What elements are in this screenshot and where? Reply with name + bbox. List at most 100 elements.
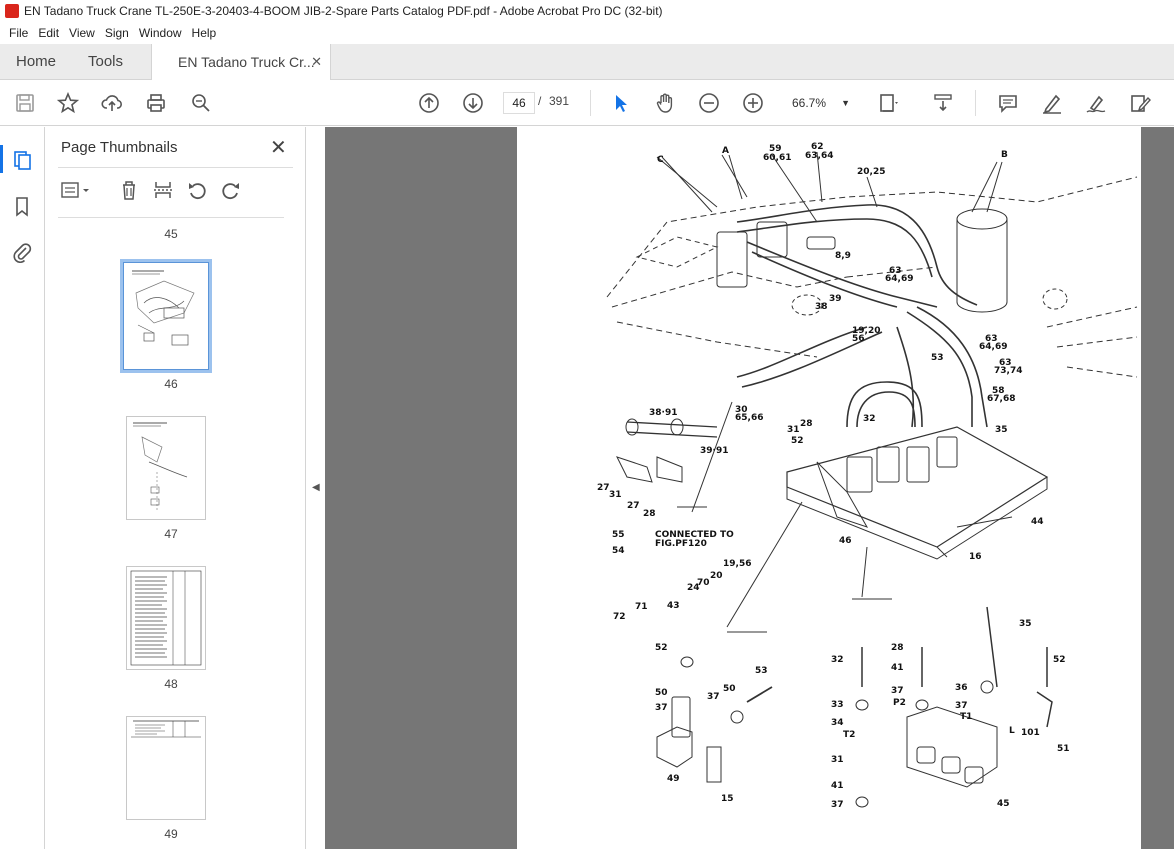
acrobat-app-icon (5, 4, 19, 18)
menu-view[interactable]: View (64, 22, 100, 44)
page-total: 391 (549, 94, 570, 108)
diagram-label: 38 (815, 302, 828, 312)
zoom-in-icon[interactable] (741, 91, 765, 115)
diagram-label: 39 (829, 294, 842, 304)
menu-sign[interactable]: Sign (100, 22, 134, 44)
diagram-label: 28 (891, 643, 904, 653)
thumbnail-number[interactable]: 48 (58, 677, 284, 691)
diagram-label: 52 (1053, 655, 1066, 665)
menu-window[interactable]: Window (134, 22, 187, 44)
toolbar-divider (975, 90, 976, 116)
thumbnail-number[interactable]: 45 (58, 227, 284, 241)
diagram-label: T1 (960, 712, 972, 722)
thumbnail-drawing (133, 422, 188, 512)
delete-icon[interactable] (118, 179, 140, 201)
page-separator: / (538, 94, 542, 108)
previous-page-icon[interactable] (417, 91, 441, 115)
sign-pen-icon[interactable] (1084, 91, 1108, 115)
diagram-label: 37 (891, 686, 904, 696)
page-number-input[interactable]: 46 (503, 92, 535, 114)
menu-help[interactable]: Help (187, 22, 222, 44)
diagram-label: 54 (612, 546, 625, 556)
insert-pages-icon[interactable] (152, 179, 174, 201)
diagram-label: 31 (787, 425, 800, 435)
panel-divider (58, 167, 293, 168)
page-thumbnails-icon[interactable] (11, 149, 33, 171)
document-viewport[interactable]: C A B 59 60,61 62 63,64 20,25 8,9 63 64,… (325, 127, 1174, 849)
diagram-label: 53 (931, 353, 944, 363)
menu-edit[interactable]: Edit (33, 22, 64, 44)
parts-diagram: C A B 59 60,61 62 63,64 20,25 8,9 63 64,… (597, 142, 1138, 810)
diagram-label: 37 (831, 800, 844, 810)
zoom-level-select[interactable]: 66.7% ▼ (786, 92, 856, 114)
tab-document[interactable]: EN Tadano Truck Cr... ✕ (151, 44, 331, 81)
select-cursor-icon[interactable] (609, 91, 633, 115)
diagram-label: 39·91 (700, 446, 728, 456)
bookmarks-icon[interactable] (11, 195, 33, 217)
diagram-label: 20,25 (857, 167, 885, 177)
highlight-pen-icon[interactable] (1040, 91, 1064, 115)
thumbnail-number[interactable]: 49 (58, 827, 284, 841)
diagram-label: 50 (655, 688, 668, 698)
diagram-label: FIG.PF120 (655, 539, 707, 549)
zoom-search-icon[interactable] (189, 91, 213, 115)
diagram-label: 37 (655, 703, 668, 713)
left-rail (0, 127, 45, 849)
diagram-label: 41 (891, 663, 904, 673)
diagram-label: 27 (597, 483, 610, 493)
thumbnail-number[interactable]: 47 (58, 527, 284, 541)
diagram-label: 37 (955, 701, 968, 711)
pdf-page: C A B 59 60,61 62 63,64 20,25 8,9 63 64,… (517, 127, 1141, 849)
diagram-label: 31 (609, 490, 622, 500)
tab-document-label: EN Tadano Truck Cr... (178, 54, 315, 70)
tab-tools[interactable]: Tools (88, 44, 123, 80)
diagram-label: 28 (643, 509, 656, 519)
rotate-left-icon[interactable] (186, 179, 208, 201)
save-icon[interactable] (13, 91, 37, 115)
diagram-label: C (657, 155, 664, 165)
thumbnail-page-48[interactable] (126, 566, 206, 670)
edit-pdf-icon[interactable] (1128, 91, 1152, 115)
diagram-label: 37 (707, 692, 720, 702)
hand-tool-icon[interactable] (653, 91, 677, 115)
diagram-label: 63,64 (805, 151, 833, 161)
bookmark-star-icon[interactable] (56, 91, 80, 115)
attachments-icon[interactable] (11, 241, 33, 263)
panel-splitter[interactable]: ◀ (305, 127, 325, 849)
close-panel-icon[interactable]: ✕ (270, 135, 287, 160)
diagram-label: 36 (955, 683, 968, 693)
collapse-panel-icon[interactable]: ◀ (312, 482, 320, 493)
print-icon[interactable] (144, 91, 168, 115)
rotate-right-icon[interactable] (220, 179, 242, 201)
chevron-down-icon: ▼ (841, 98, 850, 108)
diagram-label: 43 (667, 601, 680, 611)
diagram-label: 35 (1019, 619, 1032, 629)
thumbnail-table (130, 570, 202, 666)
diagram-label: 35 (995, 425, 1008, 435)
upload-cloud-icon[interactable] (100, 91, 124, 115)
comment-icon[interactable] (996, 91, 1020, 115)
diagram-label: 60,61 (763, 153, 791, 163)
next-page-icon[interactable] (461, 91, 485, 115)
diagram-label: 24 (687, 583, 700, 593)
diagram-label: 33 (831, 700, 844, 710)
diagram-label: 52 (655, 643, 668, 653)
diagram-label: L (1009, 726, 1015, 736)
diagram-label: 101 (1021, 728, 1040, 738)
thumbnail-page-47[interactable] (126, 416, 206, 520)
options-menu-icon[interactable] (60, 179, 92, 201)
close-tab-icon[interactable]: ✕ (311, 44, 322, 80)
diagram-label: 46 (839, 536, 852, 546)
diagram-label: 72 (613, 612, 626, 622)
menu-file[interactable]: File (4, 22, 33, 44)
thumbnail-page-46[interactable] (120, 259, 212, 373)
thumbnail-drawing (132, 270, 195, 346)
page-fit-icon[interactable] (876, 91, 900, 115)
scroll-mode-icon[interactable] (931, 91, 955, 115)
zoom-out-icon[interactable] (697, 91, 721, 115)
diagram-label: 34 (831, 718, 844, 728)
thumbnail-page-49[interactable] (126, 716, 206, 820)
tab-home[interactable]: Home (16, 44, 56, 80)
window-title: EN Tadano Truck Crane TL-250E-3-20403-4-… (24, 4, 663, 18)
thumbnail-number[interactable]: 46 (58, 377, 284, 391)
